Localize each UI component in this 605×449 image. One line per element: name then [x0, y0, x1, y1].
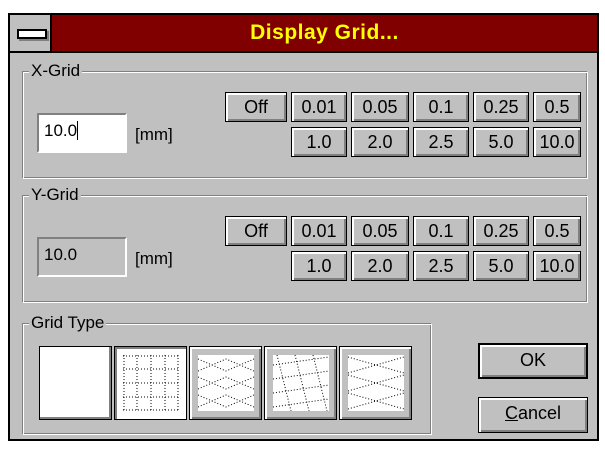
x-grid-0.05-button[interactable]: 0.05: [351, 92, 409, 122]
y-grid-5.0-button[interactable]: 5.0: [473, 251, 529, 281]
x-grid-5.0-button[interactable]: 5.0: [473, 127, 529, 157]
y-grid-group: Y-Grid 10.0 [mm] Off 0.01 0.05 0.1 0.25 …: [22, 185, 588, 303]
x-grid-10.0-button[interactable]: 10.0: [533, 127, 581, 157]
y-grid-value-text: 10.0: [44, 245, 78, 264]
x-grid-legend: X-Grid: [29, 61, 83, 81]
x-grid-0.1-button[interactable]: 0.1: [413, 92, 469, 122]
diagonal-grid-icon: [348, 355, 404, 411]
skewed-grid-icon: [273, 355, 329, 411]
text-caret: [77, 121, 79, 140]
display-grid-dialog: Display Grid... X-Grid 10.0 [mm] Off 0.0…: [8, 13, 599, 441]
y-grid-1.0-button[interactable]: 1.0: [291, 251, 347, 281]
cancel-button[interactable]: Cancel: [478, 397, 588, 433]
grid-type-legend: Grid Type: [29, 313, 107, 333]
y-grid-unit: [mm]: [135, 249, 173, 268]
grid-type-group: Grid Type: [22, 313, 432, 435]
x-grid-0.25-button[interactable]: 0.25: [473, 92, 529, 122]
y-grid-0.25-button[interactable]: 0.25: [473, 216, 529, 246]
x-grid-value-text: 10.0: [44, 121, 78, 140]
y-grid-2.5-button[interactable]: 2.5: [413, 251, 469, 281]
y-grid-2.0-button[interactable]: 2.0: [351, 251, 409, 281]
x-grid-2.0-button[interactable]: 2.0: [351, 127, 409, 157]
grid-type-diamond-button[interactable]: [189, 346, 262, 420]
y-grid-0.01-button[interactable]: 0.01: [291, 216, 347, 246]
grid-type-skewed-button[interactable]: [264, 346, 337, 420]
x-grid-unit: [mm]: [135, 125, 173, 144]
ok-button[interactable]: OK: [478, 343, 588, 379]
x-grid-1.0-button[interactable]: 1.0: [291, 127, 347, 157]
rectangular-grid-icon: [123, 355, 179, 411]
ok-label: OK: [519, 350, 546, 370]
grid-type-rectangular-button[interactable]: [114, 346, 187, 420]
x-grid-0.5-button[interactable]: 0.5: [533, 92, 581, 122]
y-grid-0.5-button[interactable]: 0.5: [533, 216, 581, 246]
grid-type-blank-button[interactable]: [39, 346, 112, 420]
y-grid-10.0-button[interactable]: 10.0: [533, 251, 581, 281]
grid-type-diagonal-button[interactable]: [339, 346, 412, 420]
y-grid-0.05-button[interactable]: 0.05: [351, 216, 409, 246]
dialog-title: Display Grid...: [250, 21, 399, 44]
x-grid-2.5-button[interactable]: 2.5: [413, 127, 469, 157]
system-menu-icon: [17, 29, 47, 39]
x-grid-off-button[interactable]: Off: [225, 92, 287, 122]
system-menu-button[interactable]: [10, 15, 52, 51]
cancel-label: Cancel: [504, 403, 562, 423]
y-grid-legend: Y-Grid: [29, 185, 81, 205]
y-grid-value-field[interactable]: 10.0: [37, 237, 127, 277]
y-grid-off-button[interactable]: Off: [225, 216, 287, 246]
y-grid-0.1-button[interactable]: 0.1: [413, 216, 469, 246]
x-grid-group: X-Grid 10.0 [mm] Off 0.01 0.05 0.1 0.25 …: [22, 61, 588, 179]
diamond-grid-icon: [198, 355, 254, 411]
title-bar: Display Grid...: [10, 15, 597, 53]
x-grid-value-field[interactable]: 10.0: [37, 113, 127, 153]
x-grid-0.01-button[interactable]: 0.01: [291, 92, 347, 122]
